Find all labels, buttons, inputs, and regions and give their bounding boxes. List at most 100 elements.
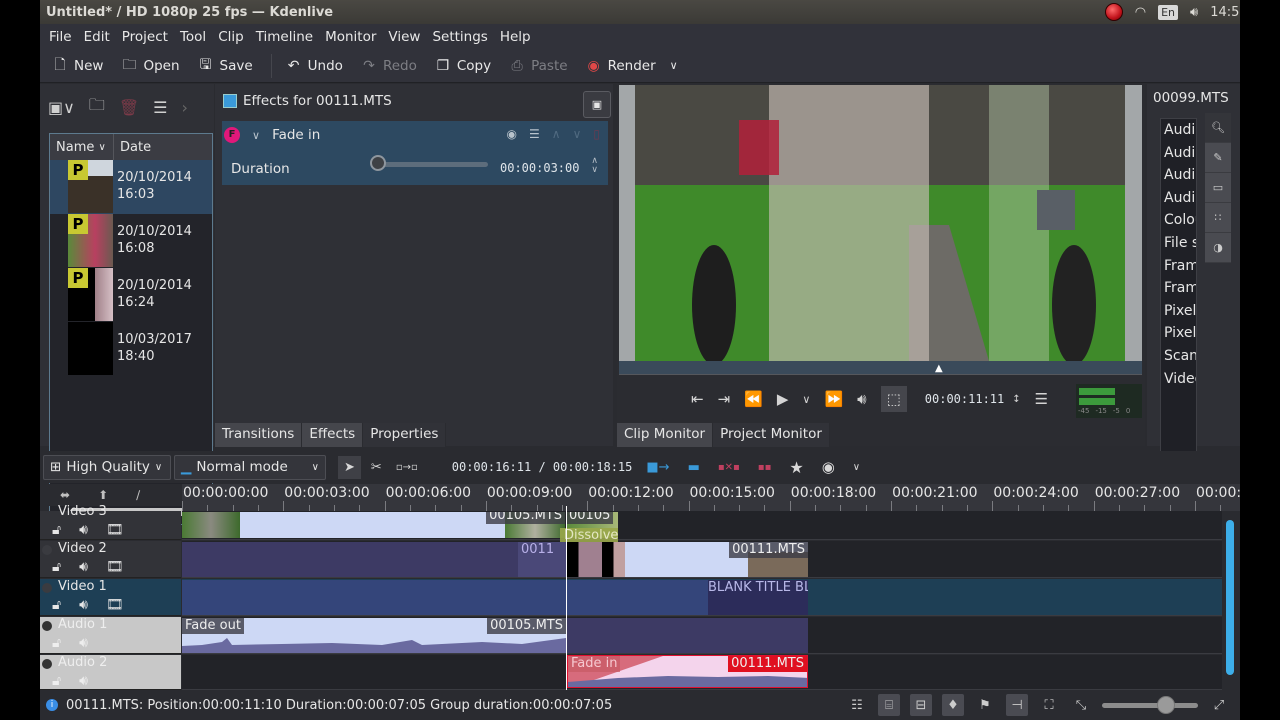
property-item[interactable]: Pixel xyxy=(1161,322,1196,345)
title-clip[interactable]: BLANK TITLE BL xyxy=(708,580,808,615)
timeline-ruler[interactable]: 00:00:00:00 00:00:03:00 00:00:06:00 00:00:0… xyxy=(182,484,1240,511)
zoom-in-icon[interactable]: ⤢ xyxy=(1208,694,1230,716)
property-item[interactable]: Audio xyxy=(1161,119,1196,142)
split-audio-icon[interactable]: ∕ xyxy=(136,488,140,502)
favorite-star-icon[interactable]: ★ xyxy=(789,458,803,477)
clip-audio1-00105[interactable]: Fade out 00105.MTS xyxy=(182,618,566,653)
bin-item[interactable]: P 20/10/2014 16:24 xyxy=(50,268,212,322)
show-frames-icon[interactable]: ⊟ xyxy=(910,694,932,716)
property-item[interactable]: File s xyxy=(1161,232,1196,255)
tab-effects[interactable]: Effects xyxy=(302,423,364,447)
menu-clip[interactable]: Clip xyxy=(218,29,254,45)
track-active-led[interactable] xyxy=(42,621,52,631)
clip-video3-00105[interactable]: 00105.MTS xyxy=(182,512,565,538)
effect-enable-checkbox[interactable] xyxy=(223,94,237,108)
undo-button[interactable]: ↶ Undo xyxy=(286,58,343,74)
wifi-icon[interactable]: ◠ xyxy=(1135,5,1146,20)
track-active-led[interactable] xyxy=(42,659,52,669)
paste-button[interactable]: ⎙ Paste xyxy=(509,58,568,74)
razor-tool-icon[interactable]: ✂ xyxy=(371,460,382,475)
lock-icon[interactable]: 🔓︎ xyxy=(52,673,61,689)
property-item[interactable]: Video xyxy=(1161,368,1196,391)
timeline-playhead[interactable] xyxy=(566,506,567,690)
mute-icon[interactable]: 🔊︎ xyxy=(79,522,88,538)
slider-handle[interactable] xyxy=(370,155,386,171)
set-zone-out-icon[interactable]: ⇥ xyxy=(718,390,731,408)
overwrite-icon[interactable]: ▬ xyxy=(688,460,700,475)
delete-effect-icon[interactable]: ▯ xyxy=(593,127,600,141)
extract-icon[interactable]: ▪▪ xyxy=(758,462,772,473)
tab-clip-monitor[interactable]: Clip Monitor xyxy=(617,423,714,447)
play-options-chevron-icon[interactable]: ∨ xyxy=(802,393,810,406)
markers-flag-icon[interactable]: ⚑ xyxy=(974,694,996,716)
set-zone-in-icon[interactable]: ⇤ xyxy=(691,390,704,408)
forward-icon[interactable]: ⏩ xyxy=(824,390,843,408)
volume-icon[interactable]: 🔊︎ xyxy=(1190,5,1198,20)
monitor-ruler[interactable]: ▲ xyxy=(619,361,1142,375)
dock-button[interactable]: ▣ xyxy=(583,91,611,118)
menu-help[interactable]: Help xyxy=(500,29,541,45)
menu-icon[interactable]: ☰ xyxy=(153,98,167,117)
property-item[interactable]: Audio xyxy=(1161,187,1196,210)
rewind-icon[interactable]: ⏪ xyxy=(744,390,763,408)
video-thumbnails-icon[interactable]: ⌸ xyxy=(878,694,900,716)
hide-video-icon[interactable]: 🎞︎ xyxy=(106,522,124,538)
edit-mode-select[interactable]: ▁ Normal mode ∨ xyxy=(174,454,326,480)
property-item[interactable]: Pixel xyxy=(1161,300,1196,323)
frame-icon[interactable]: ▭ xyxy=(1205,173,1231,203)
chevron-down-icon[interactable]: ∨ xyxy=(670,59,678,72)
hide-video-icon[interactable]: 🎞︎ xyxy=(106,597,124,613)
menu-settings[interactable]: Settings xyxy=(432,29,497,45)
property-item[interactable]: Audio xyxy=(1161,164,1196,187)
keyboard-layout[interactable]: En xyxy=(1158,4,1179,20)
tab-properties[interactable]: Properties xyxy=(363,423,447,447)
lock-icon[interactable]: 🔓︎ xyxy=(52,635,61,651)
clip-audio2-00111[interactable]: Fade in 00111.MTS xyxy=(567,655,808,688)
hide-video-icon[interactable]: 🎞︎ xyxy=(106,559,124,575)
record-indicator-icon[interactable] xyxy=(1104,3,1123,21)
chevron-right-icon[interactable]: › xyxy=(182,98,188,117)
zoom-slider[interactable] xyxy=(1102,695,1198,714)
effect-menu-icon[interactable]: ☰ xyxy=(529,127,540,141)
duration-value[interactable]: 00:00:03:00 xyxy=(500,161,579,175)
mute-icon[interactable]: 🔊︎ xyxy=(79,559,88,575)
menu-file[interactable]: File xyxy=(49,29,82,45)
zoom-slider-handle[interactable] xyxy=(1156,695,1175,714)
expand-tracks-icon[interactable]: ⬆ xyxy=(98,488,108,502)
monitor-video-frame[interactable] xyxy=(619,85,1142,361)
render-button[interactable]: ◉ Render ∨ xyxy=(586,58,678,74)
fit-zoom-icon[interactable]: ⛶ xyxy=(1038,694,1060,716)
play-icon[interactable]: ▶ xyxy=(777,390,789,408)
collapse-chevron-icon[interactable]: ∨ xyxy=(252,129,260,142)
timeline-vertical-scrollbar[interactable] xyxy=(1226,520,1234,675)
track-header-video1[interactable]: Video 1 🔓︎ 🔊︎ 🎞︎ xyxy=(40,579,181,616)
track-active-led[interactable] xyxy=(42,583,52,593)
monitor-timecode[interactable]: 00:00:11:11 xyxy=(925,392,1004,406)
mute-icon[interactable]: 🔊︎ xyxy=(79,635,88,651)
spin-arrows-icon[interactable]: ∧ ∨ xyxy=(591,157,598,175)
new-button[interactable]: 🗋︎ New xyxy=(52,54,103,78)
mute-icon[interactable]: 🔊︎ xyxy=(79,673,88,689)
clip-video2-0011[interactable]: 0011 xyxy=(518,542,566,577)
collapse-tracks-icon[interactable]: ⬌ xyxy=(60,488,70,502)
copy-button[interactable]: ❐ Copy xyxy=(435,58,492,74)
preview-quality-select[interactable]: ⊞ High Quality ∨ xyxy=(43,454,171,480)
move-down-icon[interactable]: ∨ xyxy=(573,127,582,141)
menu-project[interactable]: Project xyxy=(122,29,178,45)
menu-edit[interactable]: Edit xyxy=(84,29,120,45)
bin-item[interactable]: P 20/10/2014 16:03 xyxy=(50,160,212,214)
pencil-icon[interactable]: ✎ xyxy=(1205,143,1231,173)
move-up-icon[interactable]: ∧ xyxy=(552,127,561,141)
menu-monitor[interactable]: Monitor xyxy=(325,29,386,45)
track-active-led[interactable] xyxy=(42,545,52,555)
track-header-video2[interactable]: Video 2 🔓︎ 🔊︎ 🎞︎ xyxy=(40,541,181,578)
mute-icon[interactable]: 🔊︎ xyxy=(79,597,88,613)
duration-slider[interactable] xyxy=(378,162,488,167)
tab-transitions[interactable]: Transitions xyxy=(215,423,303,447)
volume-icon[interactable]: 🔊︎ xyxy=(857,390,866,408)
playhead-marker-icon[interactable]: ▲ xyxy=(935,363,943,374)
audio-thumbnails-icon[interactable]: ☷ xyxy=(846,694,868,716)
menu-timeline[interactable]: Timeline xyxy=(256,29,323,45)
insert-icon[interactable]: ■→ xyxy=(646,460,669,475)
timecode-spin-icon[interactable]: ↕ xyxy=(1012,394,1020,405)
